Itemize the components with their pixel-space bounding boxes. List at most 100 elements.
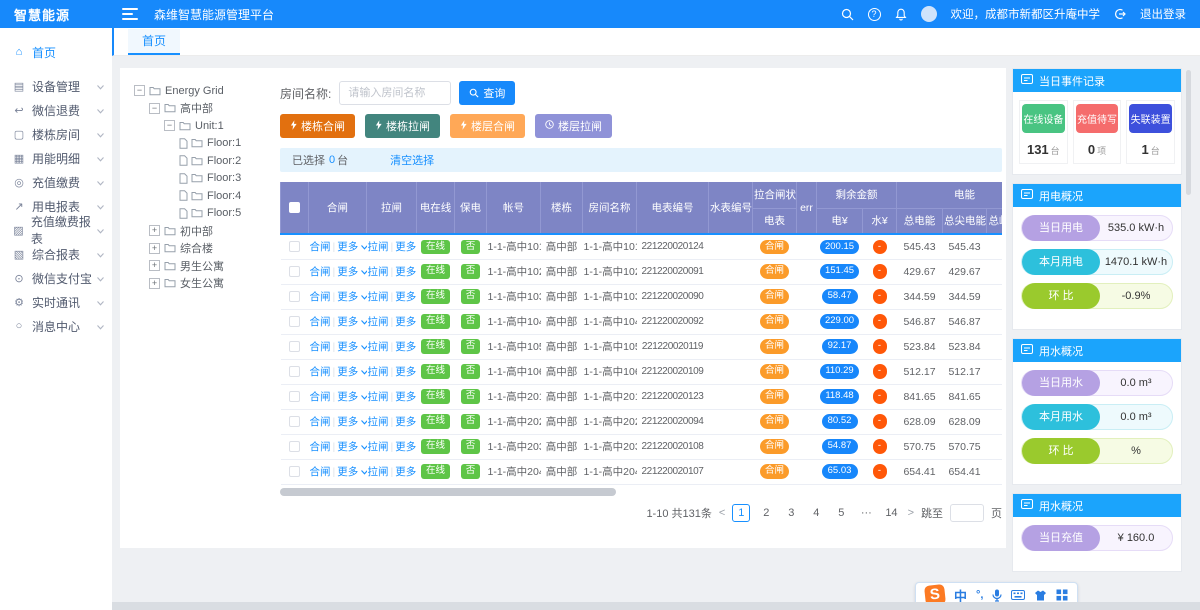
open-switch-link[interactable]: 拉闸 <box>368 441 389 453</box>
bulk-action-building-open[interactable]: 楼栋拉闸 <box>365 114 440 138</box>
bulk-action-floor-close[interactable]: 楼层合闸 <box>450 114 525 138</box>
open-more-dropdown[interactable]: 更多 <box>395 266 416 278</box>
page-number[interactable]: 5 <box>832 504 850 522</box>
close-switch-link[interactable]: 合闸 <box>310 316 331 328</box>
close-switch-link[interactable]: 合闸 <box>310 466 331 478</box>
close-switch-link[interactable]: 合闸 <box>310 441 331 453</box>
open-more-dropdown[interactable]: 更多 <box>395 391 416 403</box>
avatar[interactable] <box>921 6 937 22</box>
page-number[interactable]: 3 <box>782 504 800 522</box>
tree-node[interactable]: −Unit:1 <box>134 117 282 135</box>
open-more-dropdown[interactable]: 更多 <box>395 291 416 303</box>
row-checkbox[interactable] <box>289 316 300 327</box>
page-number[interactable]: 2 <box>757 504 775 522</box>
open-switch-link[interactable]: 拉闸 <box>368 391 389 403</box>
tree-node[interactable]: Floor:5 <box>134 205 282 223</box>
close-more-dropdown[interactable]: 更多 <box>337 466 366 478</box>
row-checkbox[interactable] <box>289 341 300 352</box>
expand-expander-icon[interactable]: + <box>149 278 160 289</box>
open-switch-link[interactable]: 拉闸 <box>368 366 389 378</box>
tree-node[interactable]: Floor:3 <box>134 170 282 188</box>
sidebar-item-energy-detail[interactable]: ▦用能明细 <box>0 146 112 170</box>
horizontal-scrollbar[interactable] <box>280 488 616 496</box>
prev-page-arrow[interactable]: < <box>719 507 725 519</box>
close-switch-link[interactable]: 合闸 <box>310 391 331 403</box>
close-more-dropdown[interactable]: 更多 <box>337 391 366 403</box>
tree-node[interactable]: −高中部 <box>134 100 282 118</box>
page-number[interactable]: 14 <box>882 504 900 522</box>
sidebar-item-recharge-report[interactable]: ▨充值缴费报表 <box>0 218 112 242</box>
close-more-dropdown[interactable]: 更多 <box>337 266 366 278</box>
row-checkbox[interactable] <box>289 291 300 302</box>
open-switch-link[interactable]: 拉闸 <box>368 416 389 428</box>
sidebar-item-building-rooms[interactable]: ▢楼栋房间 <box>0 122 112 146</box>
next-page-arrow[interactable]: > <box>908 507 914 519</box>
close-switch-link[interactable]: 合闸 <box>310 416 331 428</box>
bell-icon[interactable] <box>895 8 907 21</box>
sidebar-item-recharge-pay[interactable]: ◎充值缴费 <box>0 170 112 194</box>
row-checkbox[interactable] <box>289 416 300 427</box>
logout-button[interactable]: 退出登录 <box>1140 6 1186 22</box>
open-switch-link[interactable]: 拉闸 <box>368 316 389 328</box>
open-more-dropdown[interactable]: 更多 <box>395 466 416 478</box>
collapse-expander-icon[interactable]: − <box>149 103 160 114</box>
sidebar-item-home[interactable]: ⌂首页 <box>0 38 112 66</box>
close-switch-link[interactable]: 合闸 <box>310 266 331 278</box>
open-more-dropdown[interactable]: 更多 <box>395 366 416 378</box>
collapse-expander-icon[interactable]: − <box>134 85 145 96</box>
tree-node[interactable]: Floor:2 <box>134 152 282 170</box>
search-icon[interactable] <box>841 8 854 21</box>
close-switch-link[interactable]: 合闸 <box>310 291 331 303</box>
sidebar-item-wechat-refund[interactable]: ↩微信退费 <box>0 98 112 122</box>
row-checkbox[interactable] <box>289 266 300 277</box>
tree-node[interactable]: Floor:1 <box>134 135 282 153</box>
tree-node[interactable]: +初中部 <box>134 222 282 240</box>
row-checkbox[interactable] <box>289 241 300 252</box>
expand-expander-icon[interactable]: + <box>149 243 160 254</box>
row-checkbox[interactable] <box>289 441 300 452</box>
expand-expander-icon[interactable]: + <box>149 260 160 271</box>
close-more-dropdown[interactable]: 更多 <box>337 341 366 353</box>
open-switch-link[interactable]: 拉闸 <box>368 291 389 303</box>
open-more-dropdown[interactable]: 更多 <box>395 241 416 253</box>
tree-node[interactable]: Floor:4 <box>134 187 282 205</box>
microphone-icon[interactable] <box>992 589 1002 602</box>
close-switch-link[interactable]: 合闸 <box>310 366 331 378</box>
expand-expander-icon[interactable]: + <box>149 225 160 236</box>
open-more-dropdown[interactable]: 更多 <box>395 416 416 428</box>
close-more-dropdown[interactable]: 更多 <box>337 291 366 303</box>
row-checkbox[interactable] <box>289 466 300 477</box>
vertical-scrollbar[interactable] <box>1186 70 1191 195</box>
clear-selection-link[interactable]: 清空选择 <box>390 152 434 168</box>
tab-home[interactable]: 首页 <box>128 29 180 55</box>
close-more-dropdown[interactable]: 更多 <box>337 416 366 428</box>
virtual-keyboard-icon[interactable] <box>1011 590 1025 600</box>
select-all-checkbox[interactable] <box>289 202 300 213</box>
sidebar-item-device-mgmt[interactable]: ▤设备管理 <box>0 74 112 98</box>
bulk-action-floor-open[interactable]: 楼层拉闸 <box>535 114 612 138</box>
collapse-expander-icon[interactable]: − <box>164 120 175 131</box>
sidebar-item-wechat-alipay[interactable]: ⊙微信支付宝 <box>0 266 112 290</box>
toolbox-icon[interactable] <box>1056 589 1068 601</box>
sidebar-item-realtime-comm[interactable]: ⚙实时通讯 <box>0 290 112 314</box>
sidebar-collapse-icon[interactable] <box>122 8 138 20</box>
close-more-dropdown[interactable]: 更多 <box>337 241 366 253</box>
row-checkbox[interactable] <box>289 391 300 402</box>
open-more-dropdown[interactable]: 更多 <box>395 441 416 453</box>
open-more-dropdown[interactable]: 更多 <box>395 341 416 353</box>
open-switch-link[interactable]: 拉闸 <box>368 266 389 278</box>
close-switch-link[interactable]: 合闸 <box>310 241 331 253</box>
close-more-dropdown[interactable]: 更多 <box>337 366 366 378</box>
bulk-action-building-close[interactable]: 楼栋合闸 <box>280 114 355 138</box>
row-checkbox[interactable] <box>289 366 300 377</box>
open-switch-link[interactable]: 拉闸 <box>368 466 389 478</box>
skin-shirt-icon[interactable] <box>1034 590 1047 601</box>
close-more-dropdown[interactable]: 更多 <box>337 316 366 328</box>
open-switch-link[interactable]: 拉闸 <box>368 341 389 353</box>
page-number[interactable]: 1 <box>732 504 750 522</box>
ime-punctuation-icon[interactable]: °, <box>976 589 983 601</box>
room-name-input[interactable] <box>339 81 451 105</box>
open-more-dropdown[interactable]: 更多 <box>395 316 416 328</box>
sidebar-item-message-center[interactable]: ○消息中心 <box>0 314 112 338</box>
jump-page-input[interactable] <box>950 504 984 522</box>
